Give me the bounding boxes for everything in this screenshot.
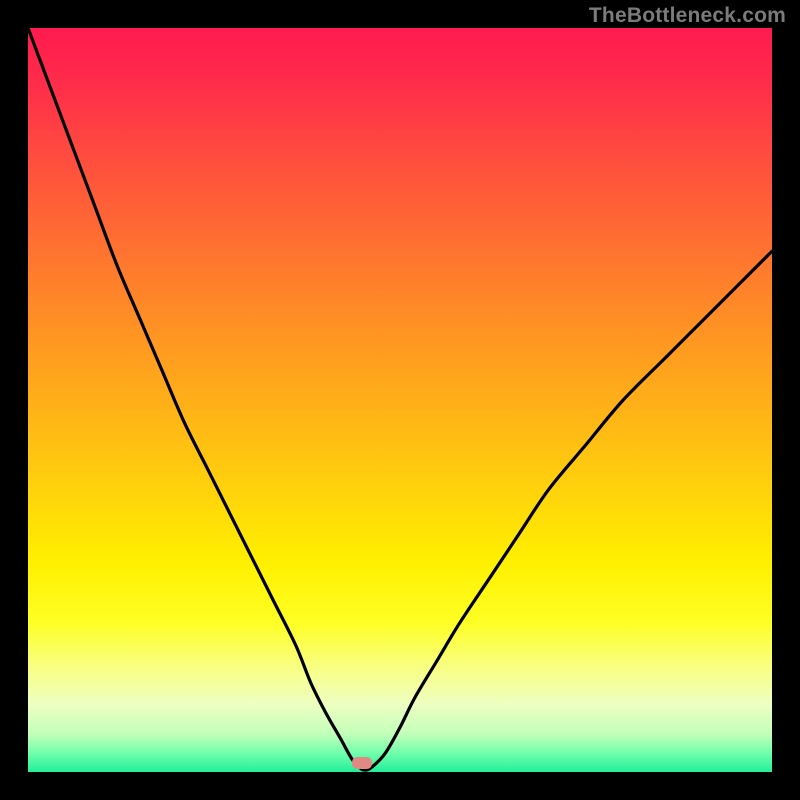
plot-area [28,28,772,772]
optimum-marker [352,757,372,769]
bottleneck-curve [28,28,772,772]
watermark-label: TheBottleneck.com [589,4,786,28]
chart-frame: TheBottleneck.com [0,0,800,800]
